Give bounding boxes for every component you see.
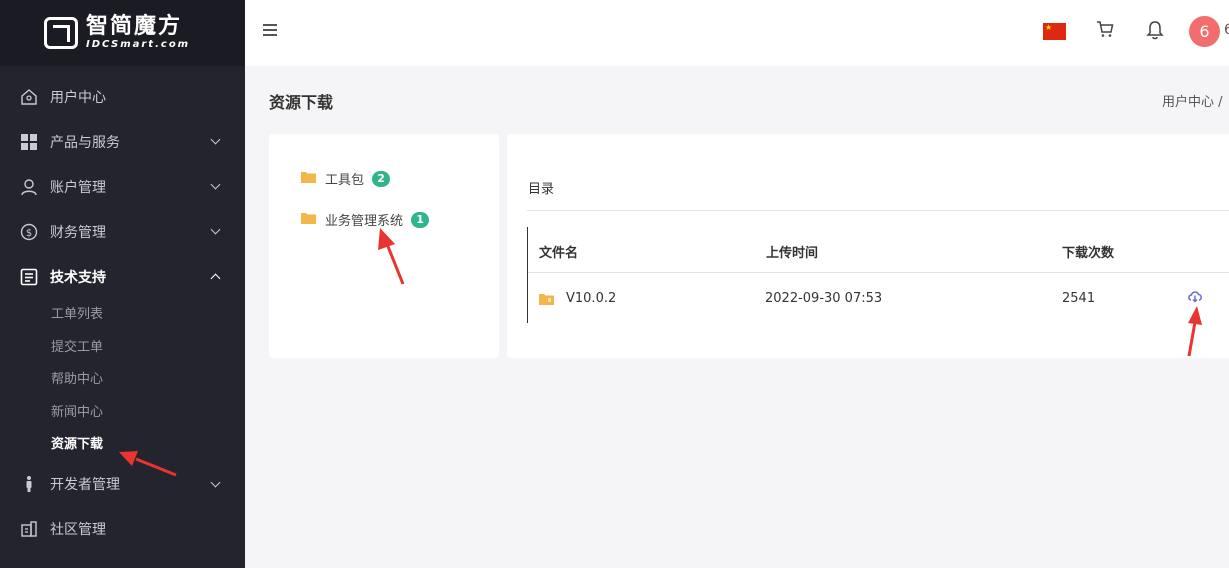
sidebar-item-tech-support[interactable]: 技术支持 [0,254,245,299]
divider [527,210,1229,211]
folder-name: 业务管理系统 [325,214,404,229]
directory-label: 目录 [528,182,555,197]
page-title: 资源下载 [269,93,334,112]
count-badge: 1 [411,211,430,228]
submenu-news-center[interactable]: 新闻中心 [51,397,245,430]
submenu-resource-download[interactable]: 资源下载 [51,429,245,462]
sidebar-item-account[interactable]: 账户管理 [0,164,245,209]
column-header: 文件名 [539,246,579,261]
folder-item-toolkit[interactable]: 工具包 2 [301,169,391,188]
logo-text-en: IDCSmart.com [86,39,191,50]
chevron-down-icon [210,224,221,235]
svg-text:$: $ [26,228,32,239]
table-header: 文件名 上传时间 下载次数 [528,227,1229,273]
folder-name: 工具包 [325,173,365,188]
sidebar-item-user-center[interactable]: 用户中心 [0,74,245,119]
submenu-submit-ticket[interactable]: 提交工单 [51,332,245,365]
cloud-download-icon[interactable] [1187,289,1203,303]
sidebar-item-community[interactable]: 社区管理 [0,507,245,552]
column-header: 上传时间 [766,246,819,261]
chevron-up-icon [210,273,221,284]
file-panel: 目录 文件名 上传时间 下载次数 V10.0.2 2022-09-30 07:5… [507,134,1229,358]
chevron-down-icon [210,477,221,487]
sidebar: 智简魔方 IDCSmart.com 用户中心 产品与服务 账户管理 $ 财务管理… [0,0,245,568]
grid-icon [20,133,38,151]
sidebar-item-label: 财务管理 [50,224,106,241]
file-name-cell[interactable]: V10.0.2 [539,291,616,306]
china-flag-icon[interactable]: ★ [1043,23,1066,40]
bell-icon[interactable] [1146,20,1164,40]
sidebar-item-label: 用户中心 [50,89,106,106]
sidebar-item-label: 社区管理 [50,522,106,538]
sidebar-item-finance[interactable]: $ 财务管理 [0,209,245,254]
folder-item-business-system[interactable]: 业务管理系统 1 [301,210,430,229]
chevron-down-icon [210,134,221,145]
username-text[interactable]: 6 [1224,22,1229,38]
tech-support-submenu: 工单列表 提交工单 帮助中心 新闻中心 资源下载 [0,299,245,462]
menu-toggle-icon[interactable] [263,24,277,36]
column-header: 下载次数 [1062,246,1115,261]
submenu-help-center[interactable]: 帮助中心 [51,364,245,397]
user-icon [20,178,38,196]
cart-icon[interactable] [1096,20,1114,38]
table-row: V10.0.2 2022-09-30 07:53 2541 [528,273,1229,323]
folder-icon [301,171,316,187]
community-icon [20,520,38,538]
logo[interactable]: 智简魔方 IDCSmart.com [0,0,245,66]
breadcrumb[interactable]: 用户中心 / [1162,91,1223,110]
chevron-down-icon [210,179,221,190]
top-header: ★ 6 6 [245,0,1229,66]
download-count: 2541 [1062,291,1096,306]
upload-time: 2022-09-30 07:53 [765,291,883,306]
logo-text-cn: 智简魔方 [86,14,183,39]
sidebar-item-label: 开发者管理 [50,477,120,493]
sidebar-menu: 用户中心 产品与服务 账户管理 $ 财务管理 技术支持 工单列表 提交工单 帮助… [0,74,245,552]
file-table: 文件名 上传时间 下载次数 V10.0.2 2022-09-30 07:53 2… [527,227,1229,323]
folder-icon [301,212,316,228]
avatar[interactable]: 6 [1189,16,1220,47]
document-icon [20,268,38,286]
submenu-ticket-list[interactable]: 工单列表 [51,299,245,332]
dollar-icon: $ [20,223,38,241]
sidebar-item-label: 账户管理 [50,179,106,196]
count-badge: 2 [372,170,391,187]
sidebar-item-label: 技术支持 [50,269,106,286]
home-icon [20,88,38,106]
file-folder-icon [539,293,554,305]
sidebar-item-developer[interactable]: 开发者管理 [0,462,245,507]
developer-icon [20,475,38,493]
file-name: V10.0.2 [566,291,617,306]
logo-mark-icon [44,17,78,49]
folder-panel: 工具包 2 业务管理系统 1 [269,134,499,358]
sidebar-item-products[interactable]: 产品与服务 [0,119,245,164]
sidebar-item-label: 产品与服务 [50,134,120,151]
